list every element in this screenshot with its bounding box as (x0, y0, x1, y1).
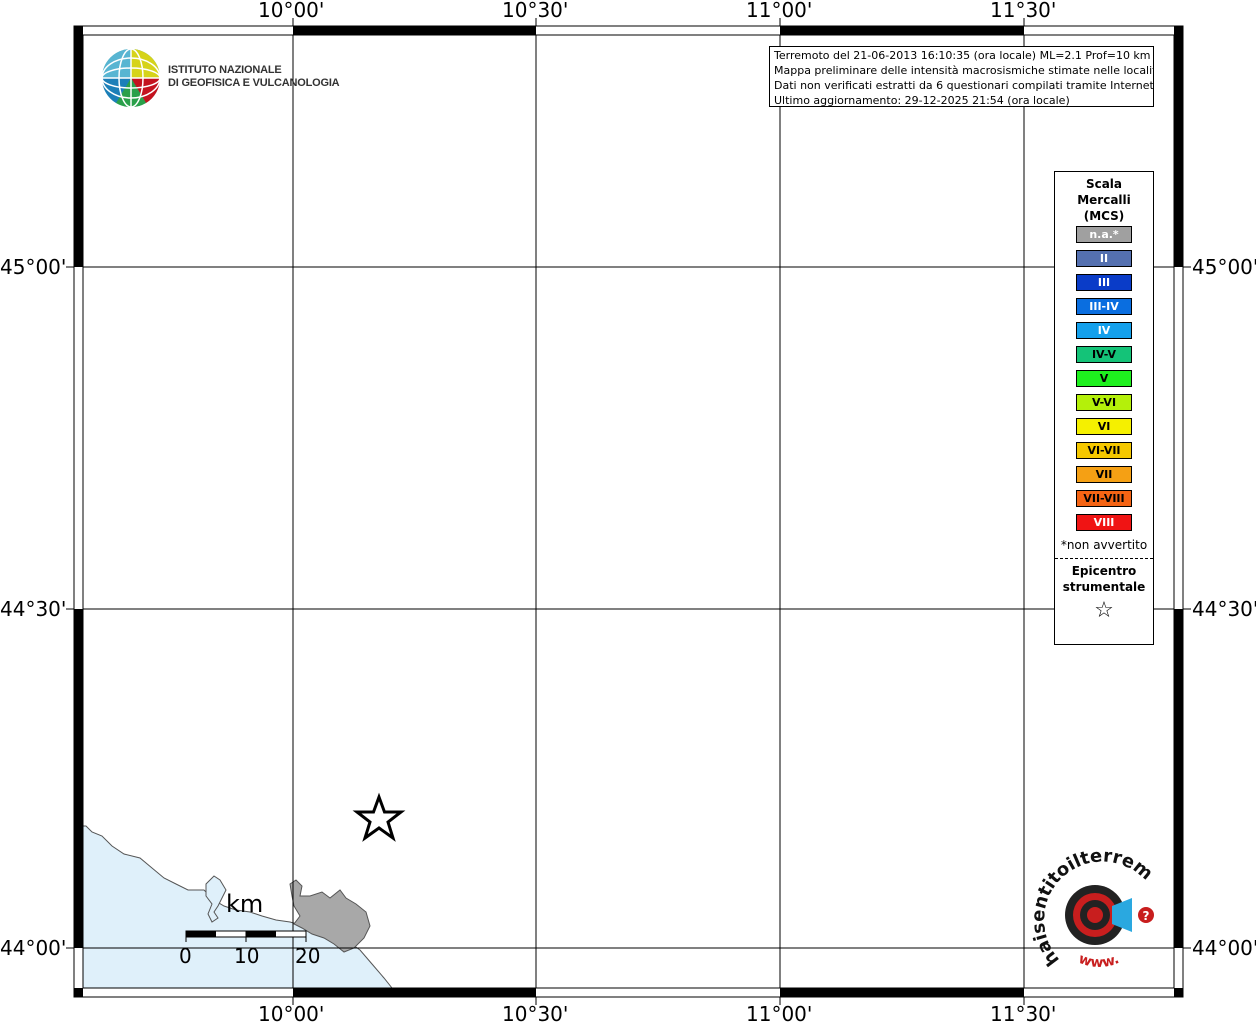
intensity-legend: Scala Mercalli (MCS) n.a.* II III III-IV IV I… (1054, 171, 1154, 645)
ingv-logo-line2: DI GEOFISICA E VULCANOLOGIA (168, 77, 340, 89)
top-lon-label: 11°30' (990, 0, 1057, 22)
ingv-globe-icon (101, 48, 161, 108)
legend-item: VIII (1076, 514, 1132, 531)
legend-item: VI (1076, 418, 1132, 435)
hsit-url-text: www. (1077, 951, 1122, 971)
svg-text:haisentitoilterremoto.it: haisentitoilterremoto.it (0, 0, 1157, 970)
bottom-lon-label: 10°00' (258, 1002, 325, 1026)
top-lon-label: 10°30' (502, 0, 569, 22)
ingv-logo-line1: ISTITUTO NAZIONALE (168, 64, 282, 76)
event-info-line4: Ultimo aggiornamento: 29-12-2025 21:54 (… (774, 94, 1070, 107)
legend-note: *non avvertito (1060, 538, 1148, 552)
left-lat-label: 44°00' (0, 936, 67, 960)
legend-item: IV (1076, 322, 1132, 339)
map-frame-outer (73, 25, 1184, 998)
scale-bar-tick: 10 (234, 944, 260, 968)
scale-bar-tick: 0 (179, 944, 192, 968)
legend-item: II (1076, 250, 1132, 267)
frame-scale-left (74, 35, 83, 948)
right-lat-label: 44°00' (1192, 936, 1256, 960)
hsit-logo-text: haisentitoilterremoto.it (0, 0, 1157, 970)
legend-title-line2: Mercalli (1077, 193, 1131, 207)
top-lon-label: 10°00' (258, 0, 325, 22)
bottom-lon-label: 10°30' (502, 1002, 569, 1026)
event-info-line2: Mappa preliminare delle intensità macros… (774, 64, 1154, 77)
hsit-logo-icon: ? haisentitoilterremoto.it www. (0, 0, 1157, 971)
frame-scale-bottom (74, 988, 1183, 997)
legend-star-icon: ☆ (1094, 598, 1114, 623)
left-lat-label: 45°00' (0, 255, 67, 279)
scale-bar-tick: 20 (295, 944, 321, 968)
frame-scale-top (74, 26, 1183, 35)
svg-text:?: ? (1143, 909, 1150, 923)
legend-item: V (1076, 370, 1132, 387)
bottom-lon-label: 11°00' (746, 1002, 813, 1026)
right-lat-label: 44°30' (1192, 597, 1256, 621)
legend-epicenter-line1: Epicentro (1071, 564, 1137, 578)
epicenter-star-icon (352, 792, 406, 842)
legend-epicenter-line2: strumentale (1062, 580, 1146, 594)
ingv-logo-text: ISTITUTO NAZIONALE DI GEOFISICA E VULCAN… (168, 64, 340, 90)
event-info-box: Terremoto del 21-06-2013 16:10:35 (ora l… (769, 46, 1154, 107)
top-lon-label: 11°00' (746, 0, 813, 22)
event-info-line1: Terremoto del 21-06-2013 16:10:35 (ora l… (774, 49, 1151, 62)
legend-item: V-VI (1076, 394, 1132, 411)
legend-item: IV-V (1076, 346, 1132, 363)
legend-item: n.a.* (1076, 226, 1132, 243)
legend-item: VII-VIII (1076, 490, 1132, 507)
scale-bar-unit: km (226, 890, 264, 918)
svg-text:www.: www. (1077, 951, 1122, 971)
legend-items: n.a.* II III III-IV IV IV-V V V-VI VI VI-VII VII VI… (1055, 226, 1153, 531)
legend-item: VI-VII (1076, 442, 1132, 459)
right-lat-label: 45°00' (1192, 255, 1256, 279)
legend-title-line1: Scala (1085, 177, 1123, 191)
left-lat-label: 44°30' (0, 597, 67, 621)
legend-title: Scala Mercalli (MCS) (1055, 176, 1153, 224)
bottom-lon-label: 11°30' (990, 1002, 1057, 1026)
frame-ticks (66, 18, 1191, 1005)
legend-epicenter-label: Epicentro strumentale (1055, 563, 1153, 595)
event-info-line3: Dati non verificati estratti da 6 questi… (774, 79, 1154, 92)
map-frame-inner (82, 34, 1175, 989)
legend-item: VII (1076, 466, 1132, 483)
frame-scale-right (1174, 35, 1183, 948)
legend-item: III (1076, 274, 1132, 291)
legend-item: III-IV (1076, 298, 1132, 315)
legend-title-line3: (MCS) (1083, 209, 1125, 223)
graticule (83, 35, 1174, 988)
legend-separator (1055, 558, 1153, 559)
